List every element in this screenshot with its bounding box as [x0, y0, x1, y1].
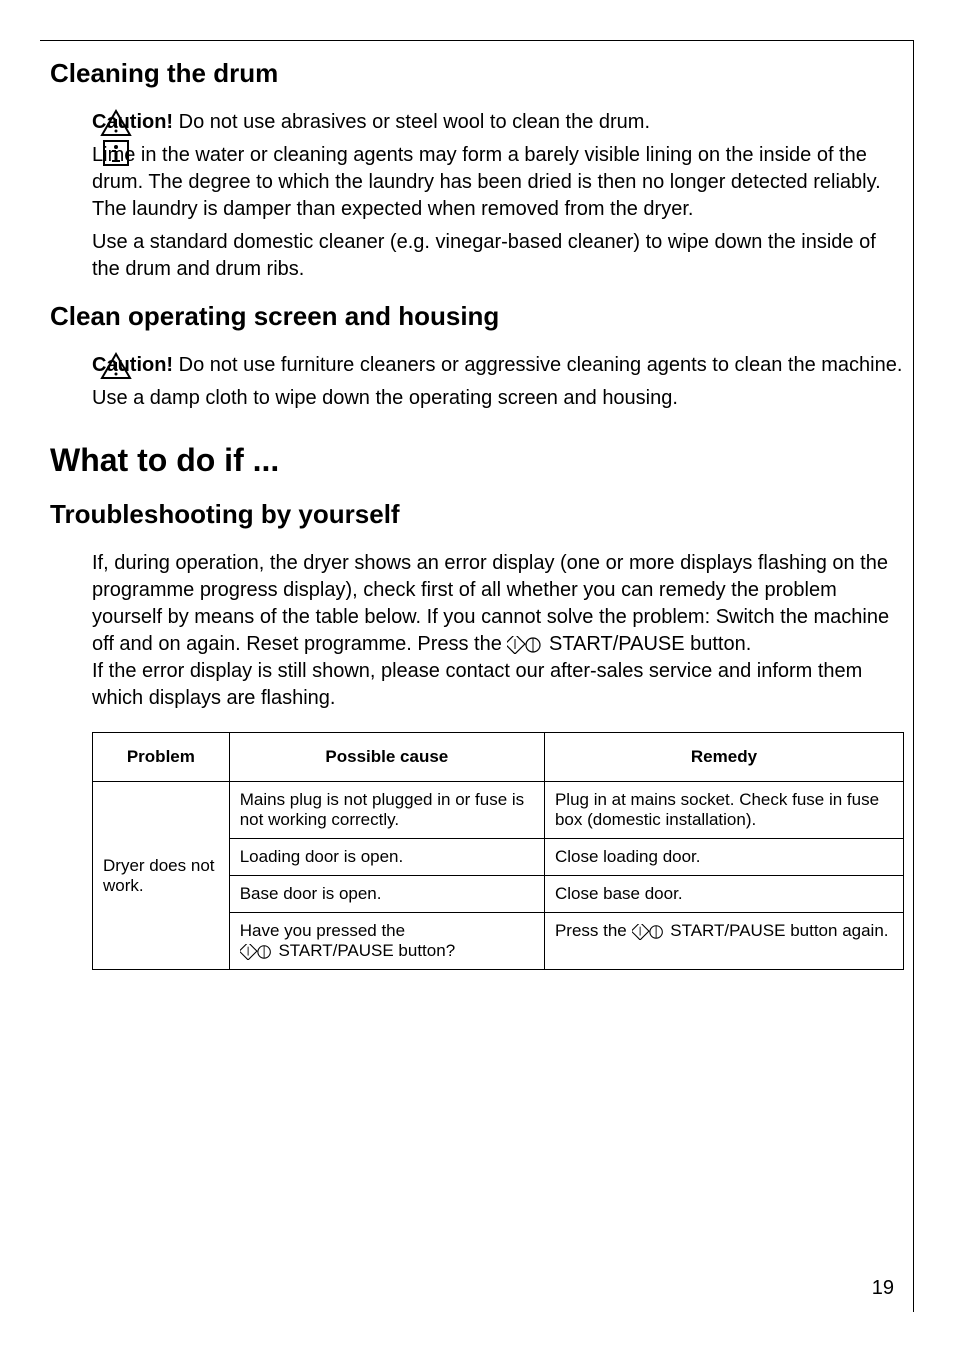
caution-text-screen: Caution! Do not use furniture cleaners o…: [92, 352, 904, 379]
warning-icon: [100, 352, 132, 380]
page-number: 19: [872, 1277, 894, 1300]
caution-body: Do not use abrasives or steel wool to cl…: [173, 111, 650, 133]
caution-body: Do not use furniture cleaners or aggress…: [173, 354, 902, 376]
caution-text-drum: Caution! Do not use abrasives or steel w…: [92, 109, 904, 136]
info-icon: [100, 139, 132, 167]
info-para-lime: Lime in the water or cleaning agents may…: [92, 142, 904, 223]
para-damp-cloth: Use a damp cloth to wipe down the operat…: [92, 385, 904, 412]
warning-icon: [100, 109, 132, 137]
info-para-cleaner: Use a standard domestic cleaner (e.g. vi…: [92, 229, 904, 283]
